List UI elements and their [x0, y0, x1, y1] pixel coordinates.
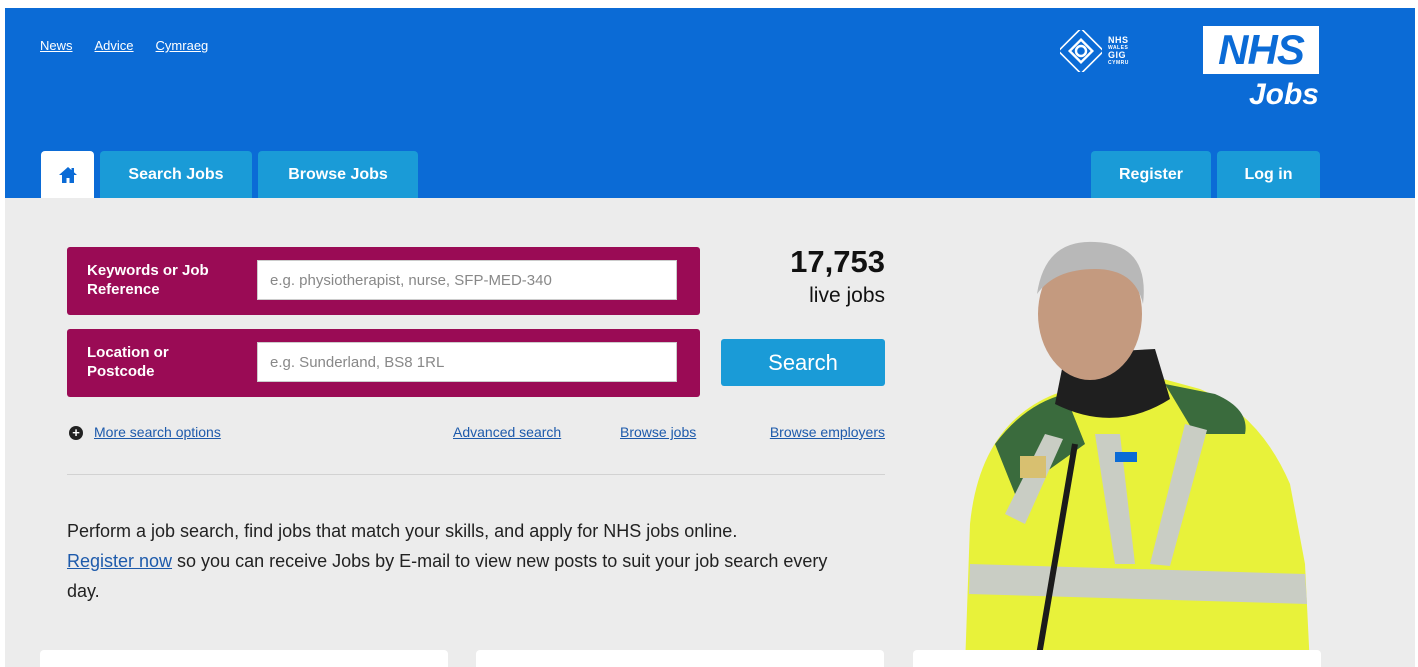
top-links: News Advice Cymraeg [40, 38, 208, 53]
keywords-input[interactable] [257, 260, 677, 300]
tab-browse-jobs[interactable]: Browse Jobs [258, 151, 418, 198]
register-now-link[interactable]: Register now [67, 551, 172, 571]
cymraeg-link[interactable]: Cymraeg [156, 38, 209, 53]
info-card [40, 650, 448, 667]
intro-line: so you can receive Jobs by E-mail to vie… [67, 551, 828, 601]
account-nav: Register Log in [1091, 151, 1320, 198]
keywords-label: Keywords or Job Reference [87, 262, 209, 298]
register-button[interactable]: Register [1091, 151, 1211, 198]
location-label: Location or Postcode [87, 344, 169, 380]
keywords-box: Keywords or Job Reference [67, 247, 700, 315]
nhs-wales-logo: NHS WALES GIG CYMRU [1060, 30, 1129, 72]
paramedic-photo [965, 241, 1310, 667]
main-nav: Search Jobs Browse Jobs [41, 151, 418, 198]
nhs-wales-line: NHS [1108, 35, 1129, 45]
nhs-wales-line: GIG [1108, 50, 1127, 60]
main-content: Keywords or Job Reference Location or Po… [5, 198, 1415, 667]
advanced-search-link[interactable]: Advanced search [453, 424, 561, 440]
nhs-jobs-text: Jobs [1248, 78, 1319, 111]
nhs-jobs-logo[interactable]: NHS Jobs [1203, 26, 1319, 136]
browse-employers-link[interactable]: Browse employers [770, 424, 885, 440]
login-button[interactable]: Log in [1217, 151, 1320, 198]
home-icon [58, 166, 77, 183]
page: News Advice Cymraeg NHS WALES GIG CYMRU … [0, 0, 1418, 667]
location-box: Location or Postcode [67, 329, 700, 397]
location-input[interactable] [257, 342, 677, 382]
intro-text: Perform a job search, find jobs that mat… [67, 516, 857, 606]
live-jobs-count: 17,753 [790, 244, 885, 279]
more-search-options-link[interactable]: More search options [94, 424, 221, 440]
nhs-wales-text: NHS WALES GIG CYMRU [1108, 35, 1129, 67]
info-card [476, 650, 884, 667]
intro-line: Perform a job search, find jobs that mat… [67, 521, 738, 541]
plus-circle-icon[interactable]: + [69, 426, 83, 440]
search-button[interactable]: Search [721, 339, 885, 386]
tab-search-jobs[interactable]: Search Jobs [100, 151, 252, 198]
advice-link[interactable]: Advice [95, 38, 134, 53]
nhs-wales-emblem-icon [1060, 30, 1102, 72]
site-header: News Advice Cymraeg NHS WALES GIG CYMRU … [5, 8, 1415, 198]
search-options: + More search options Advanced search Br… [67, 424, 885, 444]
browse-jobs-link[interactable]: Browse jobs [620, 424, 696, 440]
info-card [913, 650, 1321, 667]
tab-home[interactable] [41, 151, 94, 198]
nhs-logo-mark: NHS [1203, 26, 1319, 74]
divider [67, 474, 885, 475]
news-link[interactable]: News [40, 38, 73, 53]
nhs-wales-line: CYMRU [1108, 60, 1129, 66]
live-jobs-label: live jobs [809, 284, 885, 307]
